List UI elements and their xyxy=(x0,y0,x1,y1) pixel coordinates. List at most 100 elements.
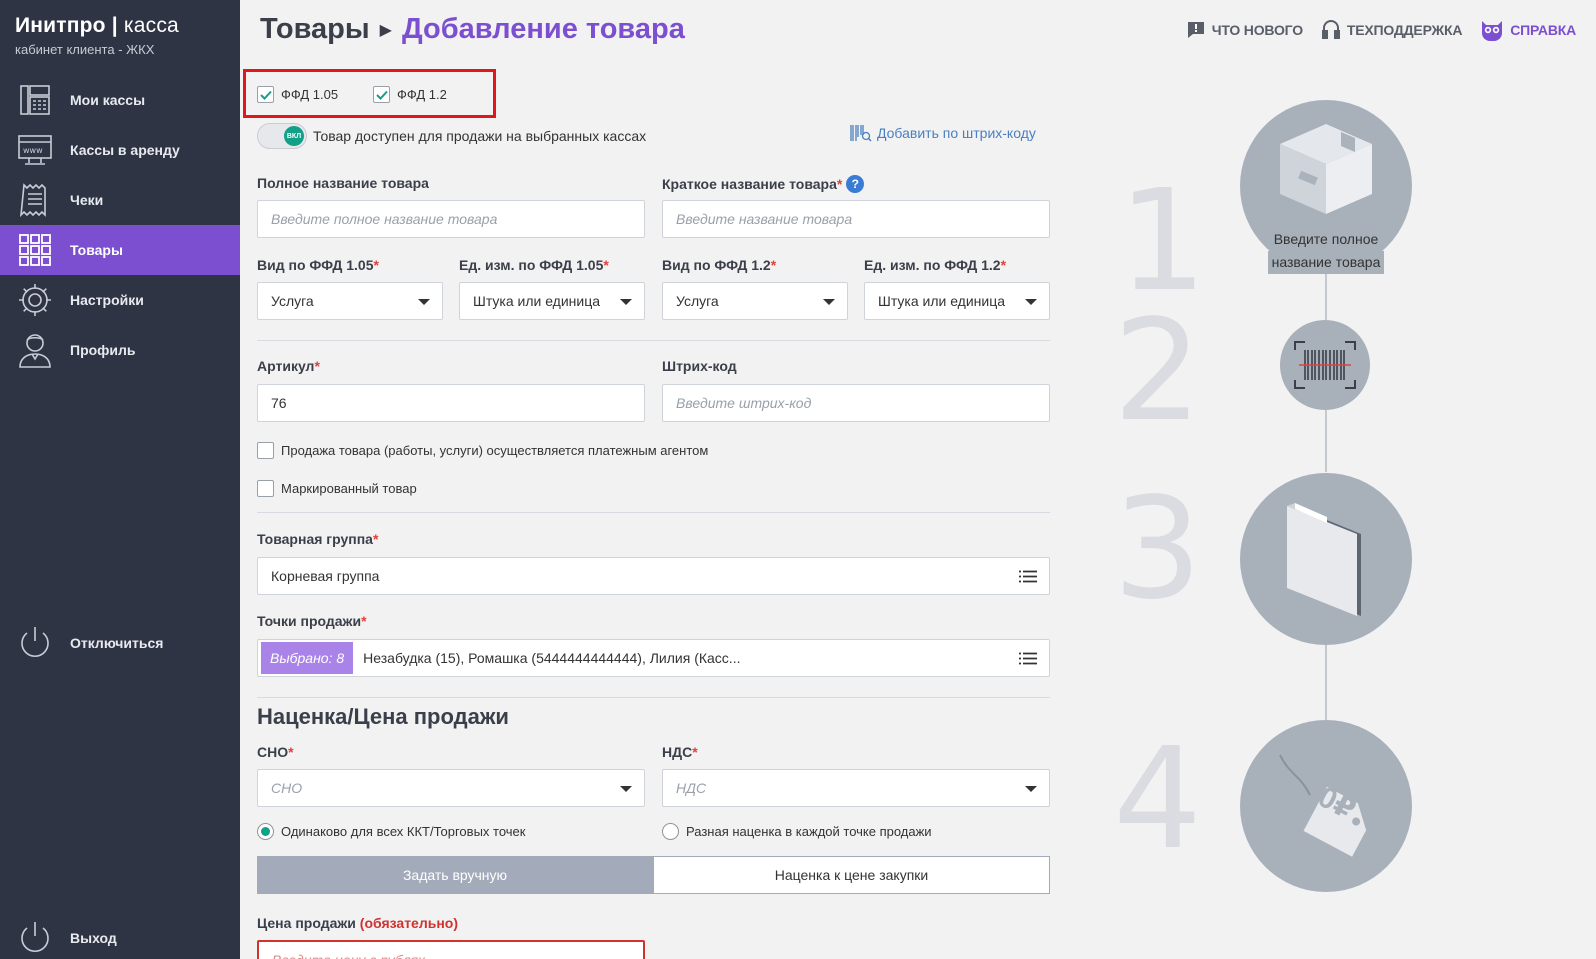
price-required: (обязательно) xyxy=(359,915,459,931)
radio-diff-markup[interactable]: Разная наценка в каждой точке продажи xyxy=(662,823,932,840)
full-name-label: Полное название товара xyxy=(257,175,429,191)
price-label-row: Цена продажи (обязательно) xyxy=(257,915,458,931)
marked-product-label: Маркированный товар xyxy=(281,481,417,496)
step-number-4: 4 xyxy=(1113,718,1203,881)
points-label: Точки продажи xyxy=(257,613,362,629)
full-name-input[interactable]: Введите полное название товара xyxy=(257,200,645,238)
logout-button[interactable]: Выход xyxy=(0,913,240,959)
sno-select[interactable]: СНО xyxy=(257,769,645,807)
short-name-input[interactable]: Введите название товара xyxy=(662,200,1050,238)
step3-circle xyxy=(1240,473,1412,645)
box-icon xyxy=(1280,124,1372,214)
header: Товары ▶ Добавление товара ЧТО НОВОГО ТЕ… xyxy=(240,0,1596,60)
kind12-select[interactable]: Услуга xyxy=(662,282,848,320)
radio-same-markup[interactable]: Одинаково для всех ККТ/Торговых точек xyxy=(257,823,525,840)
logout-label: Выход xyxy=(70,930,117,946)
group-label-row: Товарная группа* xyxy=(257,531,378,547)
required-mark: * xyxy=(603,257,609,273)
ffd105-checkbox[interactable]: ФФД 1.05 xyxy=(257,86,338,103)
required-mark: * xyxy=(373,257,379,273)
sidebar: Инитпро | касса кабинет клиента - ЖКХ Мо… xyxy=(0,0,240,959)
sidebar-item-profile[interactable]: Профиль xyxy=(0,325,240,375)
sidebar-item-receipts[interactable]: Чеки xyxy=(0,175,240,225)
unit12-label: Ед. изм. по ФФД 1.2 xyxy=(864,257,1001,273)
folder-icon xyxy=(1287,503,1361,616)
unit105-select[interactable]: Штука или единица xyxy=(459,282,645,320)
checkbox-checked-icon xyxy=(373,86,390,103)
payment-agent-checkbox[interactable]: Продажа товара (работы, услуги) осуществ… xyxy=(257,442,708,459)
help-link[interactable]: СПРАВКА xyxy=(1480,19,1576,41)
sidebar-item-rent[interactable]: www Кассы в аренду xyxy=(0,125,240,175)
article-input[interactable]: 76 xyxy=(257,384,645,422)
grid-icon xyxy=(16,231,54,269)
radio-dot xyxy=(261,827,270,836)
brand-subtitle: кабинет клиента - ЖКХ xyxy=(15,42,155,57)
top-links: ЧТО НОВОГО ТЕХПОДДЕРЖКА СПРАВКА xyxy=(1186,19,1576,41)
whats-new-label: ЧТО НОВОГО xyxy=(1211,22,1303,38)
brand-name: Инитпро | касса xyxy=(15,14,179,38)
toggle-knob: ВКЛ xyxy=(284,126,304,146)
add-by-barcode-link[interactable]: Добавить по штрих-коду xyxy=(850,124,1036,142)
sidebar-item-products[interactable]: Товары xyxy=(0,225,240,275)
barcode-scan-icon xyxy=(1294,341,1356,389)
markup-to-cost-button[interactable]: Наценка к цене закупки xyxy=(653,856,1050,894)
sno-label-row: СНО* xyxy=(257,744,294,760)
breadcrumb-parent[interactable]: Товары xyxy=(260,13,370,46)
price-input[interactable]: Введите цену в рублях xyxy=(257,940,645,959)
nds-select[interactable]: НДС xyxy=(662,769,1050,807)
availability-toggle[interactable]: ВКЛ xyxy=(257,123,307,149)
unit105-label: Ед. изм. по ФФД 1.05 xyxy=(459,257,604,273)
list-icon[interactable] xyxy=(1019,570,1037,586)
gear-icon xyxy=(16,281,54,319)
step1-caption-line2: название товара xyxy=(1267,251,1385,274)
checkbox-unchecked-icon xyxy=(257,442,274,459)
barcode-label: Штрих-код xyxy=(662,358,737,374)
unit12-select[interactable]: Штука или единица xyxy=(864,282,1050,320)
radio-checked-icon xyxy=(257,823,274,840)
points-label-row: Точки продажи* xyxy=(257,613,367,629)
sno-label: СНО xyxy=(257,744,289,760)
marked-product-checkbox[interactable]: Маркированный товар xyxy=(257,480,417,497)
ffd105-label: ФФД 1.05 xyxy=(281,87,339,102)
sidebar-item-label: Товары xyxy=(70,242,123,258)
brand-name-thin: касса xyxy=(123,14,179,37)
divider xyxy=(257,697,1050,698)
connector-line xyxy=(1325,640,1327,720)
ffd12-checkbox[interactable]: ФФД 1.2 xyxy=(373,86,447,103)
step1-caption-line1: Введите полное xyxy=(1273,231,1379,247)
checkbox-unchecked-icon xyxy=(257,480,274,497)
points-select[interactable]: Выбрано: 8 Незабудка (15), Ромашка (5444… xyxy=(257,639,1050,677)
step2-circle xyxy=(1280,320,1370,410)
radio-same-label: Одинаково для всех ККТ/Торговых точек xyxy=(281,824,526,839)
kind105-label: Вид по ФФД 1.05 xyxy=(257,257,374,273)
sidebar-item-settings[interactable]: Настройки xyxy=(0,275,240,325)
disconnect-button[interactable]: Отключиться xyxy=(0,618,240,668)
kind105-select[interactable]: Услуга xyxy=(257,282,443,320)
whats-new-link[interactable]: ЧТО НОВОГО xyxy=(1186,20,1303,40)
short-name-label-row: Краткое название товара * ? xyxy=(662,175,865,193)
required-mark: * xyxy=(361,613,367,629)
support-link[interactable]: ТЕХПОДДЕРЖКА xyxy=(1321,19,1462,41)
user-icon xyxy=(16,331,54,369)
brand-sep: | xyxy=(111,14,118,37)
help-label: СПРАВКА xyxy=(1510,22,1576,38)
sidebar-item-label: Чеки xyxy=(70,192,104,208)
list-icon[interactable] xyxy=(1019,652,1037,668)
required-mark: * xyxy=(314,358,320,374)
checkbox-checked-icon xyxy=(257,86,274,103)
sidebar-item-my-registers[interactable]: Мои кассы xyxy=(0,75,240,125)
selected-count-badge: Выбрано: 8 xyxy=(261,642,354,674)
sidebar-item-label: Профиль xyxy=(70,342,136,358)
article-label: Артикул xyxy=(257,358,315,374)
question-icon[interactable]: ? xyxy=(846,175,865,193)
pricing-title: Наценка/Цена продажи xyxy=(257,704,509,729)
sidebar-nav: Мои кассы www Кассы в аренду Чеки Товары… xyxy=(0,75,240,375)
divider xyxy=(257,512,1050,513)
barcode-input[interactable]: Введите штрих-код xyxy=(662,384,1050,422)
set-manually-button[interactable]: Задать вручную xyxy=(257,856,653,894)
group-select[interactable]: Корневая группа xyxy=(257,557,1050,595)
chat-alert-icon xyxy=(1187,22,1204,38)
ffd12-label: ФФД 1.2 xyxy=(397,87,447,102)
headset-icon xyxy=(1321,20,1340,39)
sidebar-item-label: Кассы в аренду xyxy=(70,142,180,158)
